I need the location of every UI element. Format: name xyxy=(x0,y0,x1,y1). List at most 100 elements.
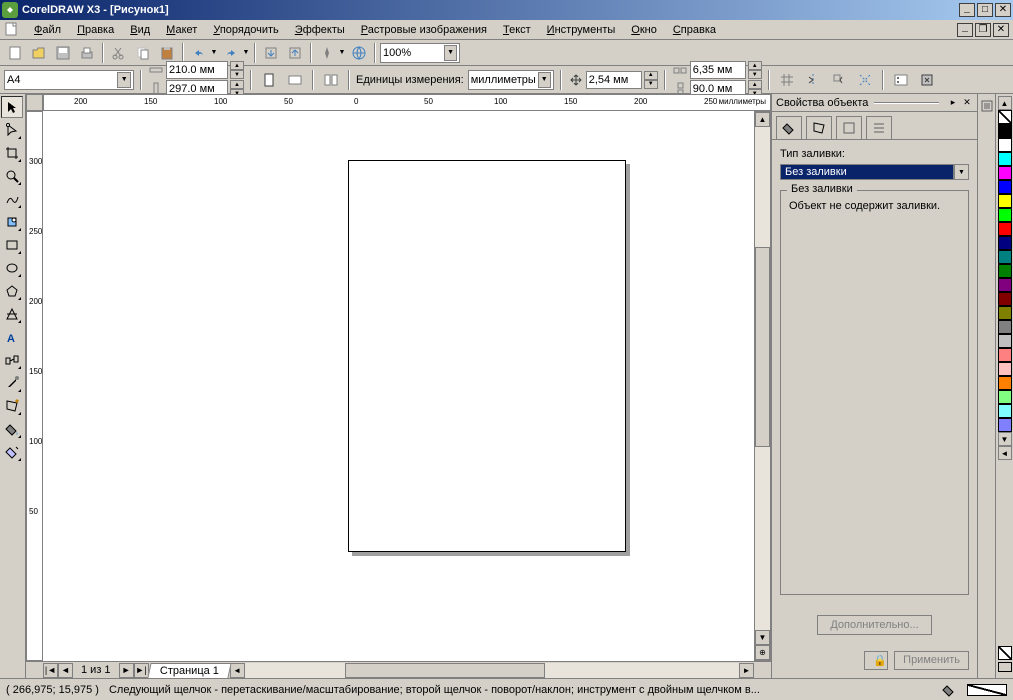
close-button[interactable]: ✕ xyxy=(995,3,1011,17)
zoom-combo[interactable]: ▼ xyxy=(380,43,460,63)
nudge-down[interactable]: ▼ xyxy=(644,80,658,89)
docker-tab-handle[interactable] xyxy=(979,98,995,114)
color-swatch[interactable] xyxy=(998,292,1012,306)
basic-shapes-tool[interactable] xyxy=(1,303,23,325)
horizontal-scrollbar[interactable]: ◄ ► xyxy=(230,663,754,678)
dup-x-down[interactable]: ▼ xyxy=(748,70,762,79)
page-width-input[interactable] xyxy=(166,61,228,79)
prev-page-button[interactable]: ◄ xyxy=(58,663,73,678)
treat-as-filled-button[interactable] xyxy=(916,69,938,91)
crop-tool[interactable] xyxy=(1,142,23,164)
dup-y-up[interactable]: ▲ xyxy=(748,80,762,89)
smart-fill-tool[interactable] xyxy=(1,211,23,233)
eyedropper-tool[interactable] xyxy=(1,372,23,394)
color-swatch[interactable] xyxy=(998,306,1012,320)
rectangle-tool[interactable] xyxy=(1,234,23,256)
interactive-fill-tool[interactable] xyxy=(1,441,23,463)
options-button[interactable] xyxy=(890,69,912,91)
advanced-button[interactable]: Дополнительно... xyxy=(817,615,931,635)
first-page-button[interactable]: |◄ xyxy=(43,663,58,678)
mdi-restore-button[interactable]: ❐ xyxy=(975,23,991,37)
menu-effects[interactable]: Эффекты xyxy=(287,22,353,38)
app-launcher-button[interactable] xyxy=(316,42,338,64)
menu-arrange[interactable]: Упорядочить xyxy=(205,22,286,38)
menu-file[interactable]: ФФайлайл xyxy=(26,22,69,38)
color-swatch[interactable] xyxy=(998,222,1012,236)
snap-to-grid-button[interactable] xyxy=(776,69,798,91)
import-button[interactable] xyxy=(260,42,282,64)
open-button[interactable] xyxy=(28,42,50,64)
lock-button[interactable]: 🔒 xyxy=(864,651,888,670)
last-page-button[interactable]: ►| xyxy=(134,663,149,678)
horizontal-ruler[interactable]: 200 150 100 50 0 50 100 150 200 250 милл… xyxy=(43,94,771,111)
outline-tab[interactable] xyxy=(806,116,832,140)
dup-x-input[interactable] xyxy=(690,61,746,79)
detail-tab[interactable] xyxy=(866,116,892,140)
export-button[interactable] xyxy=(284,42,306,64)
width-up[interactable]: ▲ xyxy=(230,61,244,70)
color-swatch[interactable] xyxy=(998,138,1012,152)
units-dropdown[interactable]: ▼ xyxy=(538,72,551,88)
vertical-scrollbar[interactable]: ▲ ▼ ⊕ xyxy=(754,111,771,661)
color-swatch[interactable] xyxy=(998,264,1012,278)
height-up[interactable]: ▲ xyxy=(230,80,244,89)
outline-tool[interactable] xyxy=(1,395,23,417)
fill-tool[interactable] xyxy=(1,418,23,440)
freehand-tool[interactable] xyxy=(1,188,23,210)
ruler-origin[interactable] xyxy=(26,94,43,111)
zoom-input[interactable] xyxy=(383,47,444,59)
color-swatch[interactable] xyxy=(998,418,1012,432)
vertical-ruler[interactable]: 300 250 200 150 100 50 xyxy=(26,111,43,661)
nudge-up[interactable]: ▲ xyxy=(644,71,658,80)
polygon-tool[interactable] xyxy=(1,280,23,302)
ellipse-tool[interactable] xyxy=(1,257,23,279)
units-combo[interactable]: ▼ xyxy=(468,70,554,90)
zoom-tool[interactable] xyxy=(1,165,23,187)
fill-tab[interactable] xyxy=(776,116,802,140)
dup-x-up[interactable]: ▲ xyxy=(748,61,762,70)
zoom-dropdown-button[interactable]: ▼ xyxy=(444,45,457,61)
palette-flyout-button[interactable]: ◄ xyxy=(998,446,1012,460)
color-swatch[interactable] xyxy=(998,194,1012,208)
color-swatch[interactable] xyxy=(998,180,1012,194)
dynamic-guides-button[interactable] xyxy=(854,69,876,91)
no-color-swatch[interactable] xyxy=(998,110,1012,124)
docker-collapse-button[interactable]: ▸ xyxy=(947,97,959,109)
units-input[interactable] xyxy=(471,74,538,86)
paper-size-input[interactable] xyxy=(7,74,117,86)
canvas-viewport[interactable] xyxy=(43,111,754,661)
fill-type-dropdown[interactable]: ▼ xyxy=(954,164,969,180)
color-swatch[interactable] xyxy=(998,404,1012,418)
color-swatch[interactable] xyxy=(998,208,1012,222)
save-button[interactable] xyxy=(52,42,74,64)
apply-button[interactable]: Применить xyxy=(894,651,969,670)
landscape-button[interactable] xyxy=(284,69,306,91)
color-swatch[interactable] xyxy=(998,166,1012,180)
mdi-minimize-button[interactable]: _ xyxy=(957,23,973,37)
menu-edit[interactable]: Правка xyxy=(69,22,122,38)
nudge-input[interactable] xyxy=(586,71,642,89)
menu-view[interactable]: Вид xyxy=(122,22,158,38)
menu-tools[interactable]: Инструменты xyxy=(539,22,624,38)
print-button[interactable] xyxy=(76,42,98,64)
palette-down-button[interactable]: ▼ xyxy=(998,432,1012,446)
color-swatch[interactable] xyxy=(998,334,1012,348)
paper-size-combo[interactable]: ▼ xyxy=(4,70,134,90)
next-page-button[interactable]: ► xyxy=(119,663,134,678)
pick-tool[interactable] xyxy=(1,96,23,118)
interactive-blend-tool[interactable] xyxy=(1,349,23,371)
mdi-close-button[interactable]: ✕ xyxy=(993,23,1009,37)
color-swatch[interactable] xyxy=(998,124,1012,138)
current-fill-indicator[interactable] xyxy=(967,684,1007,696)
fill-type-select[interactable]: Без заливки ▼ xyxy=(780,164,969,180)
color-swatch[interactable] xyxy=(998,362,1012,376)
all-pages-button[interactable] xyxy=(320,69,342,91)
fill-indicator[interactable] xyxy=(998,646,1012,660)
page-tab[interactable]: Страница 1 xyxy=(147,663,231,678)
redo-dropdown[interactable]: ▼ xyxy=(242,49,250,56)
color-swatch[interactable] xyxy=(998,376,1012,390)
color-swatch[interactable] xyxy=(998,320,1012,334)
general-tab[interactable] xyxy=(836,116,862,140)
color-swatch[interactable] xyxy=(998,348,1012,362)
menu-bitmaps[interactable]: Растровые изображения xyxy=(353,22,495,38)
